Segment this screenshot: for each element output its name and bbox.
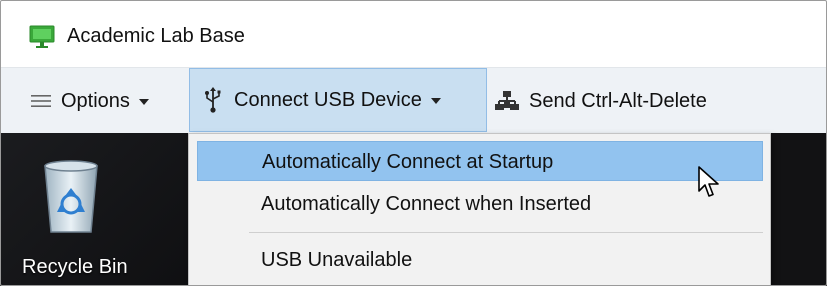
connect-usb-device-button[interactable]: Connect USB Device [189, 68, 487, 132]
chevron-down-icon [138, 99, 149, 105]
menu-separator [249, 232, 763, 233]
menu-item-automatically-connect-at-startup[interactable]: Automatically Connect at Startup [197, 141, 763, 181]
menu-item-label: USB Unavailable [261, 249, 413, 271]
network-icon [495, 91, 519, 110]
usb-icon [205, 87, 221, 113]
menu-item-usb-unavailable[interactable]: USB Unavailable [197, 240, 763, 280]
recycle-bin-shortcut[interactable]: Recycle Bin [18, 158, 148, 286]
window-title: Academic Lab Base [67, 25, 245, 47]
hamburger-icon [31, 95, 51, 107]
recycle-bin-label: Recycle Bin [22, 256, 128, 278]
options-label: Options [61, 90, 130, 112]
chevron-down-icon [430, 98, 441, 104]
mouse-cursor-icon [698, 166, 719, 197]
menu-item-label: Automatically Connect at Startup [262, 151, 554, 173]
recycle-bin-icon [44, 160, 98, 233]
desktop-background-right [764, 133, 827, 286]
toolbar: Options Connect USB Device Send Ctrl-Alt… [0, 67, 827, 133]
menu-item-automatically-connect-when-inserted[interactable]: Automatically Connect when Inserted [197, 184, 763, 224]
send-ctrl-alt-delete-label: Send Ctrl-Alt-Delete [529, 90, 707, 112]
options-menu-button[interactable]: Options [30, 68, 149, 134]
title-bar: Academic Lab Base [0, 0, 827, 67]
connect-usb-device-label: Connect USB Device [234, 89, 422, 111]
monitor-icon [29, 25, 55, 48]
send-ctrl-alt-delete-button[interactable]: Send Ctrl-Alt-Delete [495, 68, 707, 134]
usb-dropdown-menu: Automatically Connect at Startup Automat… [188, 133, 771, 286]
menu-item-label: Automatically Connect when Inserted [261, 193, 592, 215]
